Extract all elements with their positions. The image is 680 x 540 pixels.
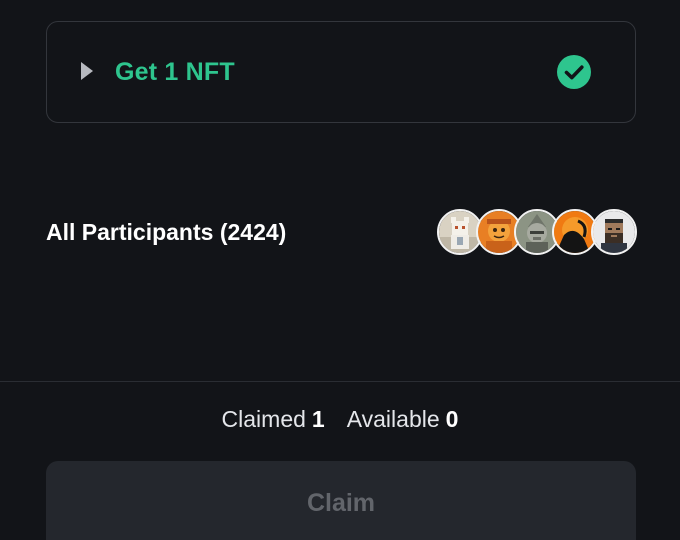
claim-button[interactable]: Claim <box>46 461 636 540</box>
available-label: Available <box>346 406 440 432</box>
claimed-label: Claimed <box>221 406 306 432</box>
expand-caret-icon[interactable] <box>81 62 93 80</box>
available-value: 0 <box>445 406 459 432</box>
section-divider <box>0 381 680 382</box>
claimed-value: 1 <box>311 406 325 432</box>
task-title: Get 1 NFT <box>115 58 235 86</box>
claim-button-label: Claim <box>306 489 376 517</box>
claim-panel: Get 1 NFT All Participants (2424) Claime… <box>0 0 680 540</box>
avatar-bearded-pixel-man[interactable] <box>591 209 637 255</box>
check-circle-icon <box>557 55 591 89</box>
claim-stats: Claimed 1 Available 0 <box>0 404 680 434</box>
participants-label: All Participants (2424) <box>46 219 287 245</box>
